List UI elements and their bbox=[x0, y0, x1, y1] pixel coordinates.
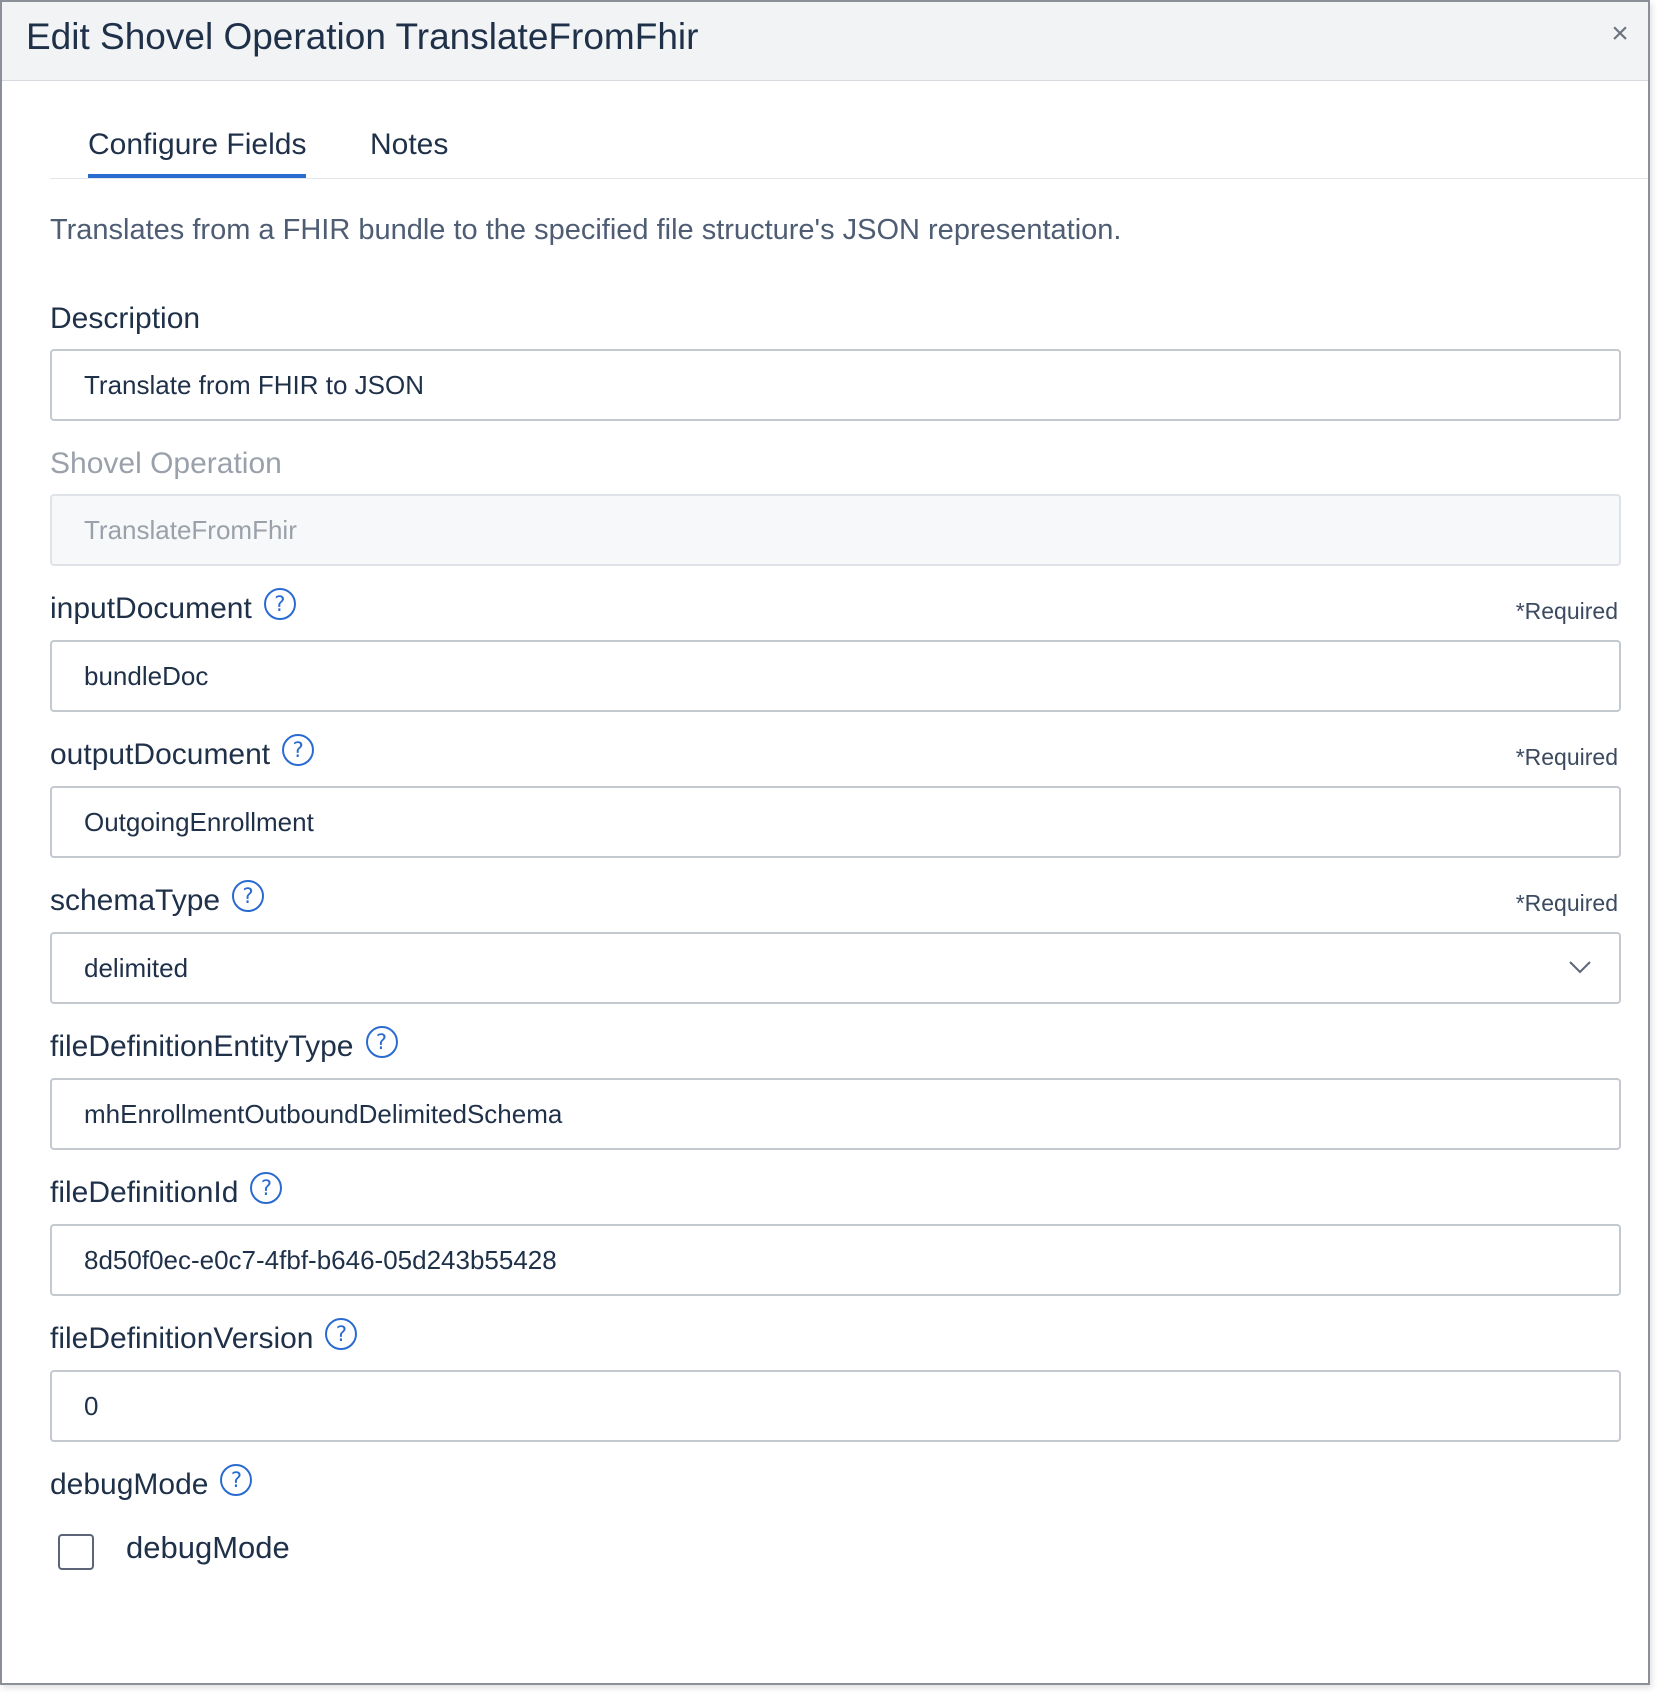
file-definition-id-label: fileDefinitionId ? bbox=[50, 1172, 283, 1210]
debug-mode-label: debugMode ? bbox=[50, 1464, 253, 1502]
required-indicator: *Required bbox=[1515, 744, 1618, 770]
tab-configure-fields[interactable]: Configure Fields bbox=[88, 128, 307, 178]
help-icon[interactable]: ? bbox=[282, 734, 315, 766]
shovel-operation-input: TranslateFromFhir bbox=[50, 494, 1621, 566]
input-document-input[interactable]: bundleDoc bbox=[50, 640, 1621, 712]
output-document-label: outputDocument ? bbox=[50, 734, 315, 772]
tab-bar: Configure Fields Notes bbox=[50, 120, 1648, 179]
required-indicator: *Required bbox=[1515, 598, 1618, 624]
debug-mode-checkbox[interactable] bbox=[58, 1534, 94, 1570]
tab-notes[interactable]: Notes bbox=[370, 128, 448, 162]
file-definition-id-label-text: fileDefinitionId bbox=[50, 1176, 239, 1209]
schema-type-selected-value: delimited bbox=[84, 953, 189, 983]
operation-description-text: Translates from a FHIR bundle to the spe… bbox=[50, 214, 1122, 246]
chevron-down-icon bbox=[1569, 961, 1591, 974]
description-label: Description bbox=[50, 302, 200, 336]
schema-type-label-text: schemaType bbox=[50, 884, 221, 917]
file-definition-version-input[interactable]: 0 bbox=[50, 1370, 1621, 1442]
shovel-operation-label: Shovel Operation bbox=[50, 447, 282, 481]
close-icon[interactable]: × bbox=[1606, 19, 1634, 49]
file-definition-entity-type-label: fileDefinitionEntityType ? bbox=[50, 1026, 398, 1064]
help-icon[interactable]: ? bbox=[250, 1172, 283, 1204]
schema-type-label: schemaType ? bbox=[50, 880, 265, 918]
file-definition-entity-type-label-text: fileDefinitionEntityType bbox=[50, 1030, 354, 1063]
file-definition-id-input[interactable]: 8d50f0ec-e0c7-4fbf-b646-05d243b55428 bbox=[50, 1224, 1621, 1296]
help-icon[interactable]: ? bbox=[263, 588, 296, 620]
debug-mode-checkbox-label[interactable]: debugMode bbox=[126, 1530, 290, 1566]
input-document-label-text: inputDocument bbox=[50, 592, 252, 625]
schema-type-select[interactable]: delimited bbox=[50, 932, 1621, 1004]
file-definition-version-label-text: fileDefinitionVersion bbox=[50, 1322, 314, 1355]
edit-shovel-operation-dialog: Edit Shovel Operation TranslateFromFhir … bbox=[0, 0, 1650, 1685]
output-document-input[interactable]: OutgoingEnrollment bbox=[50, 786, 1621, 858]
dialog-title: Edit Shovel Operation TranslateFromFhir bbox=[26, 16, 699, 57]
help-icon[interactable]: ? bbox=[220, 1464, 253, 1496]
shovel-operation-label-text: Shovel Operation bbox=[50, 447, 282, 480]
debug-mode-label-text: debugMode bbox=[50, 1468, 209, 1501]
file-definition-entity-type-input[interactable]: mhEnrollmentOutboundDelimitedSchema bbox=[50, 1078, 1621, 1150]
input-document-label: inputDocument ? bbox=[50, 588, 296, 626]
description-input[interactable]: Translate from FHIR to JSON bbox=[50, 349, 1621, 421]
output-document-label-text: outputDocument bbox=[50, 738, 271, 771]
help-icon[interactable]: ? bbox=[232, 880, 265, 912]
help-icon[interactable]: ? bbox=[365, 1026, 398, 1058]
required-indicator: *Required bbox=[1515, 890, 1618, 916]
file-definition-version-label: fileDefinitionVersion ? bbox=[50, 1318, 358, 1356]
help-icon[interactable]: ? bbox=[325, 1318, 358, 1350]
description-label-text: Description bbox=[50, 302, 201, 335]
dialog-header: Edit Shovel Operation TranslateFromFhir … bbox=[2, 2, 1648, 81]
